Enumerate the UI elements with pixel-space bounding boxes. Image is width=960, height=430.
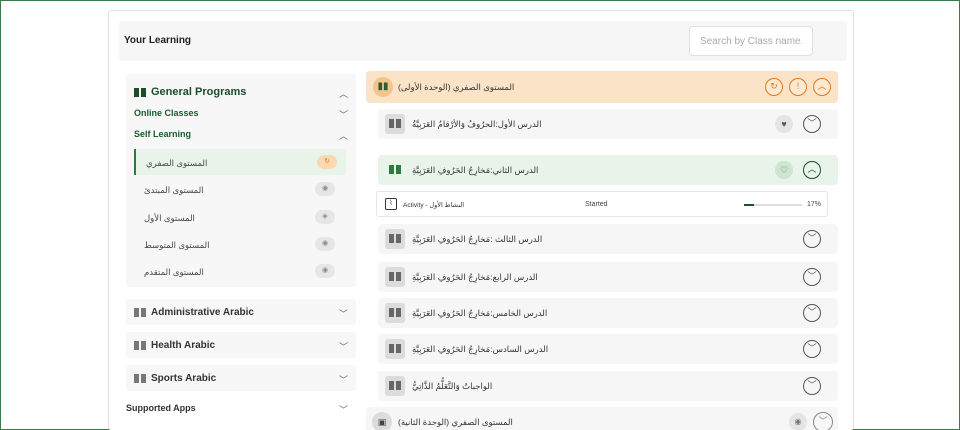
chevron-down-icon[interactable]: ﹀ — [339, 108, 348, 121]
lesson-row[interactable]: الدرس الثاني:مَخارِجُ الحَرُوفِ العَرَبِ… — [378, 155, 838, 185]
chevron-down-icon[interactable]: ﹀ — [339, 373, 348, 386]
chevron-down-icon[interactable]: ﹀ — [803, 377, 821, 395]
lock-badge-icon: ▣ — [372, 412, 392, 430]
chevron-down-icon[interactable]: ﹀ — [339, 403, 348, 416]
chevron-down-icon[interactable]: ﹀ — [339, 340, 348, 353]
in-progress-icon: ↻ — [317, 155, 337, 169]
lesson-row[interactable]: الدرس الأول:الحرُوفُ وَالأرْقامُ العَرَب… — [378, 109, 838, 139]
category-sports-arabic[interactable]: Sports Arabic ﹀ — [126, 365, 356, 391]
unit-header[interactable]: ▣ المستوى الصفري (الوحدة الثانية) ◉ ﹀ — [366, 407, 838, 430]
progress-bar-fill — [744, 204, 754, 206]
online-classes-header[interactable]: Online Classes — [134, 108, 199, 118]
favorite-heart-icon[interactable]: ♥ — [775, 115, 793, 133]
level-label: المستوى المتقدم — [144, 267, 204, 277]
level-label: المستوى الأول — [144, 213, 195, 223]
header-bar: Your Learning — [119, 21, 847, 61]
unit-header[interactable]: ▮▮ المستوى الصفري (الوحدة الأولى) ↻ ! ︿ — [366, 71, 838, 103]
lock-icon: ◉ — [789, 413, 807, 430]
search-input[interactable] — [689, 26, 813, 56]
general-programs-group: General Programs ︿ Online Classes ﹀ Self… — [126, 74, 356, 287]
lesson-title: الدرس السادس:مَخارِجُ الحَرُوفِ العَرَبِ… — [412, 344, 549, 354]
chevron-down-icon[interactable]: ﹀ — [803, 304, 821, 322]
shield-icon: ◈ — [315, 210, 335, 224]
level-label: المستوى الصفري — [146, 158, 208, 168]
chevron-up-icon[interactable]: ︿ — [339, 129, 348, 142]
sidebar-item-level-intermediate[interactable]: المستوى المتوسط ◉ — [134, 231, 346, 257]
chevron-down-icon[interactable]: ﹀ — [803, 340, 821, 358]
learning-panel: Your Learning General Programs ︿ Online … — [108, 10, 854, 430]
category-label: Sports Arabic — [151, 373, 217, 384]
chevron-down-icon[interactable]: ﹀ — [813, 412, 833, 430]
category-administrative-arabic[interactable]: Administrative Arabic ﹀ — [126, 299, 356, 325]
book-icon — [134, 341, 146, 350]
lock-icon: ◉ — [315, 237, 335, 251]
general-programs-label: General Programs — [151, 86, 247, 98]
sidebar-item-level-zero[interactable]: المستوى الصفري ↻ — [134, 149, 346, 175]
sidebar-item-level-first[interactable]: المستوى الأول ◈ — [134, 204, 346, 230]
sidebar: General Programs ︿ Online Classes ﹀ Self… — [126, 74, 356, 415]
category-label: Health Arabic — [151, 340, 216, 351]
self-learning-header[interactable]: Self Learning — [134, 129, 191, 139]
chevron-down-icon[interactable]: ﹀ — [803, 268, 821, 286]
progress-bar — [744, 204, 802, 206]
chevron-up-icon[interactable]: ︿ — [813, 78, 831, 96]
lesson-title: الواجباتُ وَالتَّعَلُّمُ الذَّاتِيُّ — [412, 381, 493, 391]
activity-status: Started — [585, 201, 608, 208]
lesson-title: الدرس الرابع:مَخارِجُ الحَرُوفِ العَرَبِ… — [412, 272, 538, 282]
level-label: المستوى المبتدئ — [144, 185, 204, 195]
sidebar-item-level-beginner[interactable]: المستوى المبتدئ ◉ — [134, 176, 346, 202]
lock-icon: ◉ — [315, 182, 335, 196]
activity-row[interactable]: ⌇ Activity - النشاط الأول Started 17% — [376, 191, 828, 217]
lesson-row[interactable]: الدرس الرابع:مَخارِجُ الحَرُوفِ العَرَبِ… — [378, 262, 838, 292]
category-title: Health Arabic — [134, 340, 215, 351]
unit-badge-icon: ▮▮ — [373, 77, 393, 97]
info-icon[interactable]: ! — [789, 78, 807, 96]
lesson-title: الدرس الأول:الحرُوفُ وَالأرْقامُ العَرَب… — [412, 119, 542, 129]
category-label: Administrative Arabic — [151, 307, 254, 318]
progress-percent: 17% — [807, 201, 822, 208]
sidebar-item-level-advanced[interactable]: المستوى المتقدم ◉ — [134, 258, 346, 284]
lesson-book-icon — [385, 114, 405, 134]
activity-name: Activity - النشاط الأول — [403, 202, 465, 209]
book-icon — [134, 374, 146, 383]
book-icon — [134, 308, 146, 317]
activity-chart-icon: ⌇ — [385, 198, 397, 210]
level-label: المستوى المتوسط — [144, 240, 210, 250]
favorite-heart-icon[interactable]: ♡ — [775, 161, 793, 179]
lesson-row[interactable]: الدرس الثالث :مَخارِجُ الحَرُوفِ العَرَب… — [378, 224, 838, 254]
chevron-up-icon[interactable]: ︿ — [803, 161, 821, 179]
unit-title: المستوى الصفري (الوحدة الأولى) — [398, 82, 515, 92]
supported-apps-label: Supported Apps — [126, 403, 196, 413]
lock-icon: ◉ — [315, 264, 335, 278]
lesson-book-icon — [385, 229, 405, 249]
category-title: Sports Arabic — [134, 373, 216, 384]
lesson-title: الدرس الثالث :مَخارِجُ الحَرُوفِ العَرَب… — [412, 234, 543, 244]
lesson-row[interactable]: الواجباتُ وَالتَّعَلُّمُ الذَّاتِيُّ ﹀ — [378, 371, 838, 401]
lesson-title: الدرس الثاني:مَخارِجُ الحَرُوفِ العَرَبِ… — [412, 165, 539, 175]
lesson-row[interactable]: الدرس الخامس:مَخارِجُ الحَرُوفِ العَرَبِ… — [378, 298, 838, 328]
book-icon — [134, 87, 146, 97]
category-title: Administrative Arabic — [134, 307, 254, 318]
lesson-book-icon — [385, 376, 405, 396]
lesson-book-icon — [385, 160, 405, 180]
chevron-down-icon[interactable]: ﹀ — [803, 230, 821, 248]
chevron-down-icon[interactable]: ﹀ — [339, 307, 348, 320]
lesson-book-icon — [385, 267, 405, 287]
lesson-row[interactable]: الدرس السادس:مَخارِجُ الحَرُوفِ العَرَبِ… — [378, 334, 838, 364]
category-health-arabic[interactable]: Health Arabic ﹀ — [126, 332, 356, 358]
lesson-book-icon — [385, 339, 405, 359]
page-title: Your Learning — [124, 35, 192, 46]
unit-title: المستوى الصفري (الوحدة الثانية) — [398, 417, 513, 427]
lesson-book-icon — [385, 303, 405, 323]
chevron-down-icon[interactable]: ﹀ — [803, 115, 821, 133]
chevron-up-icon[interactable]: ︿ — [339, 87, 348, 100]
refresh-icon[interactable]: ↻ — [765, 78, 783, 96]
lesson-title: الدرس الخامس:مَخارِجُ الحَرُوفِ العَرَبِ… — [412, 308, 548, 318]
general-programs-header[interactable]: General Programs — [134, 86, 246, 98]
supported-apps-row[interactable]: Supported Apps ﹀ — [126, 394, 356, 420]
